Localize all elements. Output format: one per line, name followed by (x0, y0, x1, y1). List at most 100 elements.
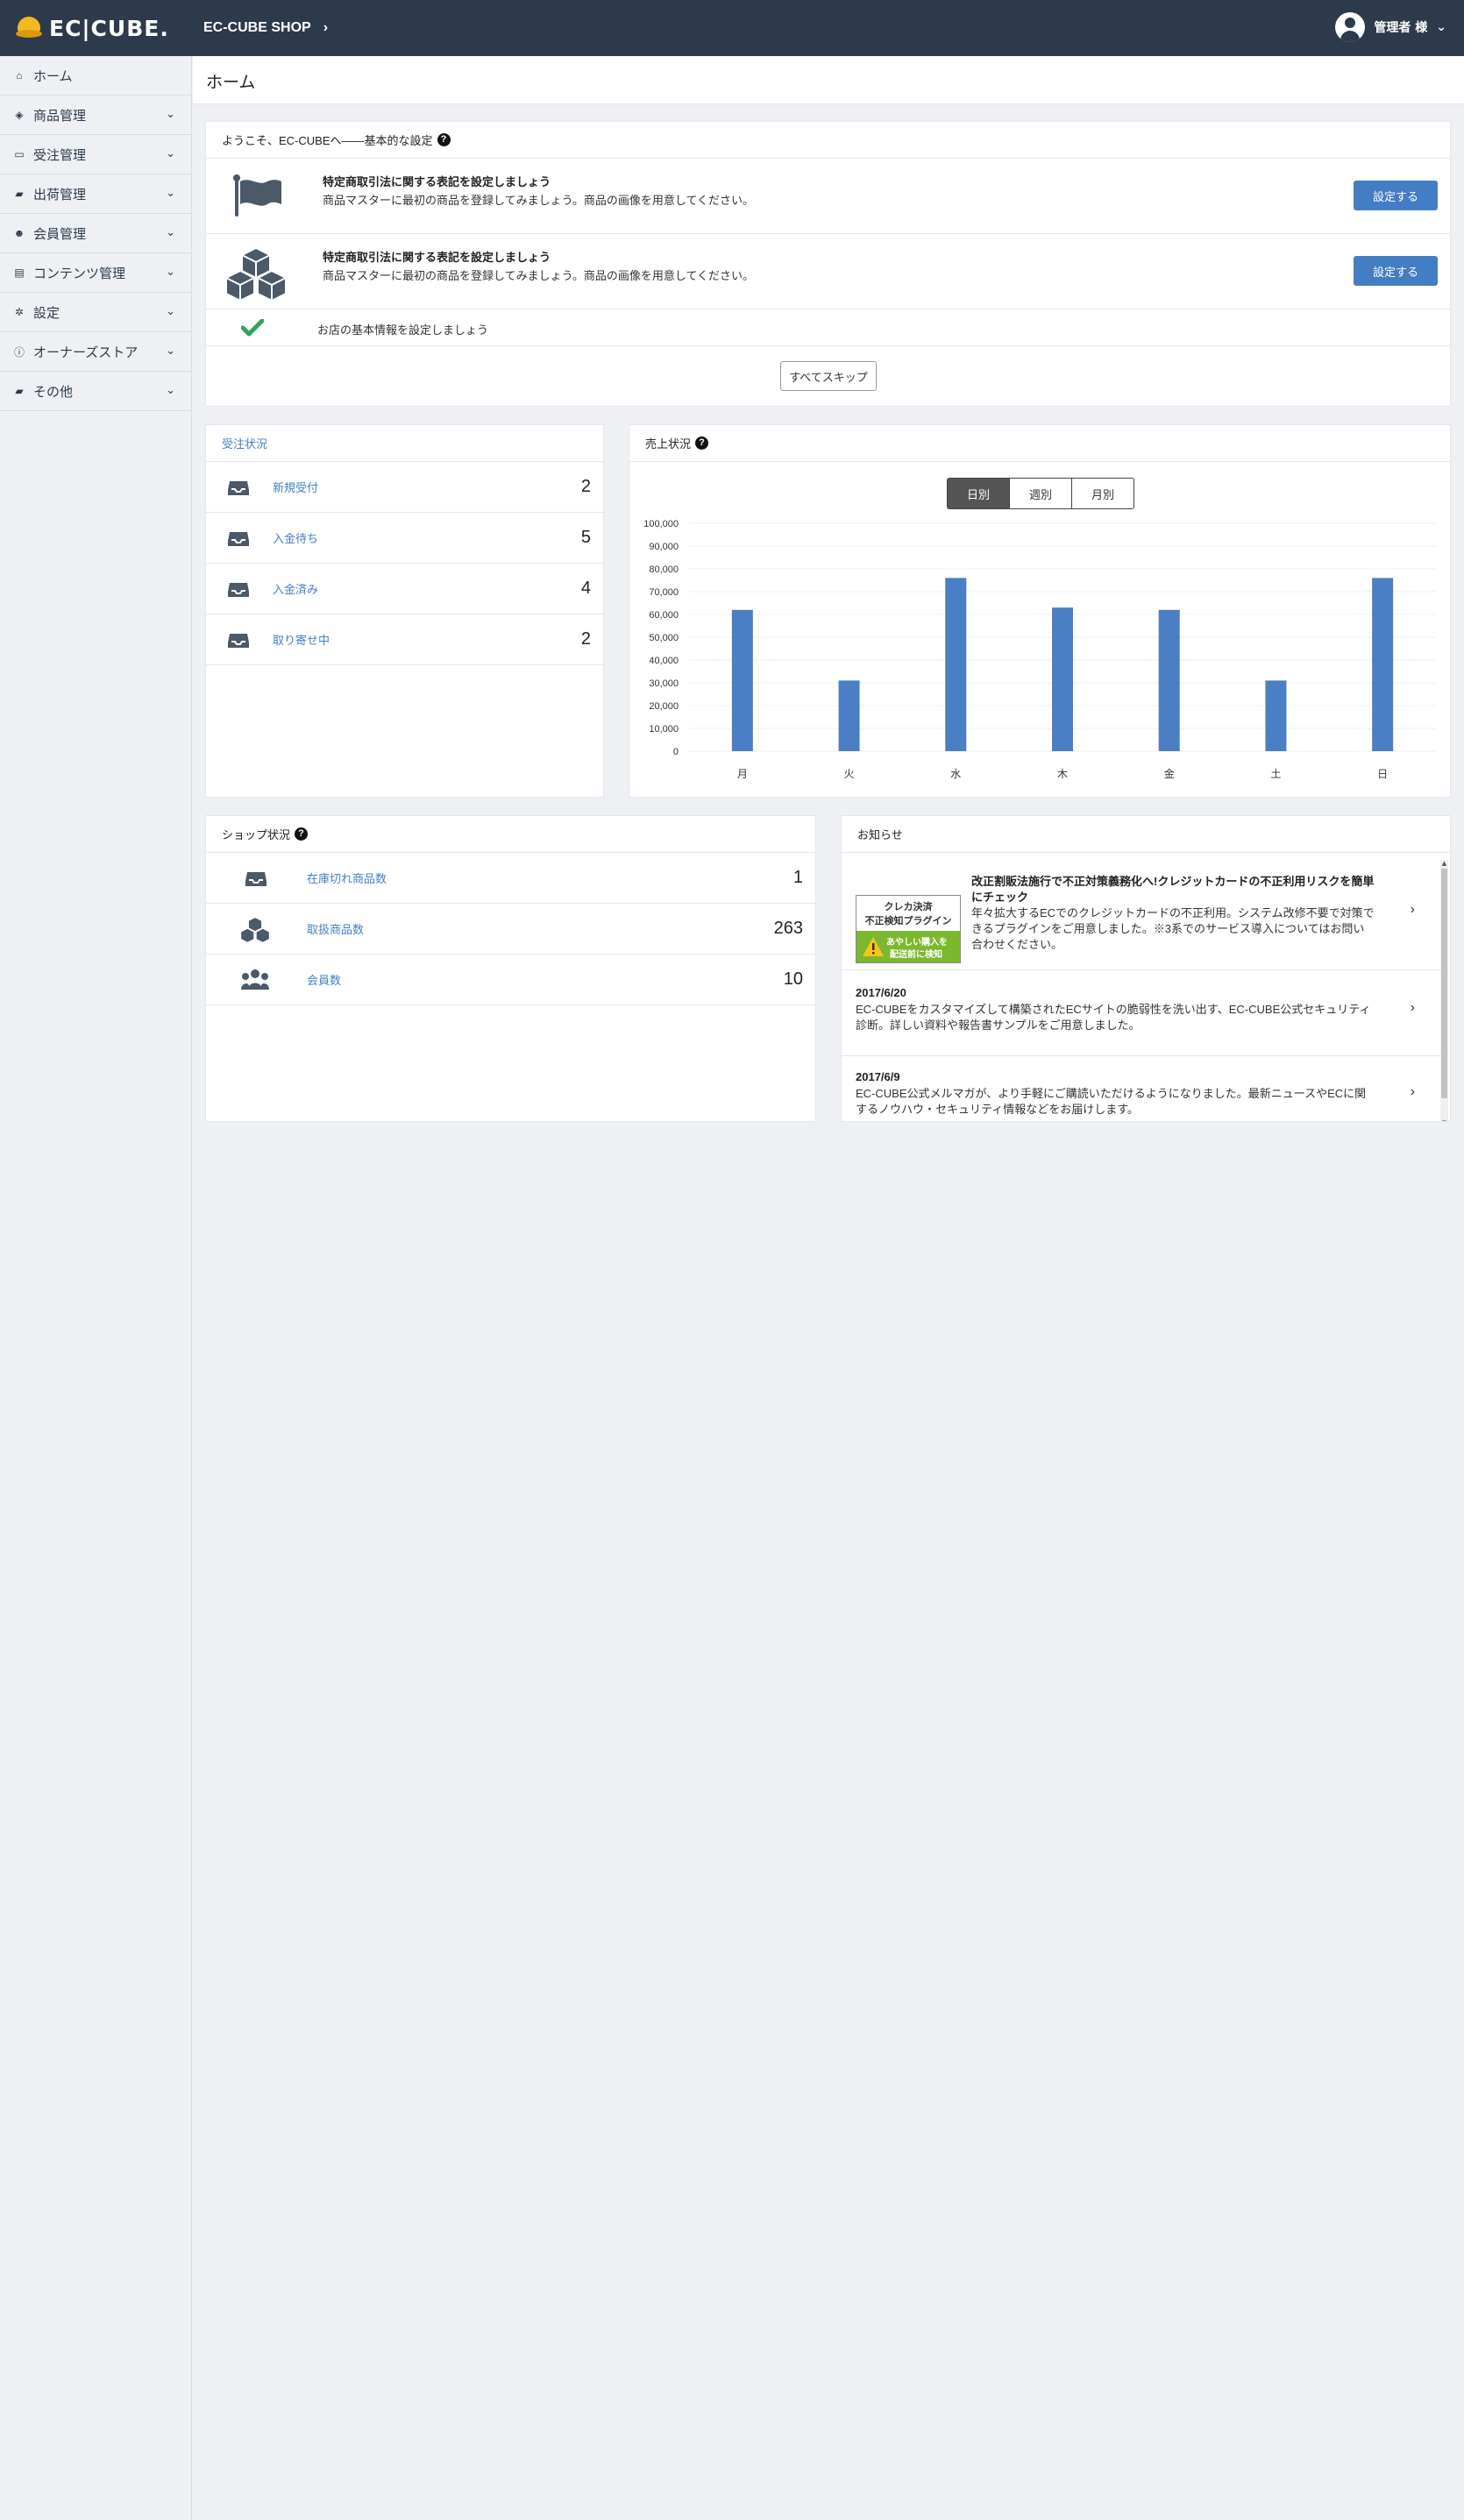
shop-status-row[interactable]: 会員数 10 (206, 955, 815, 1005)
order-status-count: 5 (580, 528, 591, 547)
skip-all-button[interactable]: すべてスキップ (780, 361, 877, 391)
y-tick-label: 10,000 (649, 724, 679, 735)
news-item-title: 改正割販法施行で不正対策義務化へ!クレジットカードの不正利用リスクを簡単にチェッ… (971, 875, 1375, 904)
news-item-body: EC-CUBEをカスタマイズして構築されたECサイトの脆弱性を洗い出す、EC-C… (856, 1003, 1371, 1032)
chevron-down-icon: ⌄ (1436, 20, 1446, 34)
inbox-icon (228, 532, 249, 546)
chart-bar[interactable] (838, 680, 860, 751)
news-card: お知らせ クレカ決済 不正検知プラグイン あやしい購入を 配送前に検知 改正割販… (841, 815, 1451, 1122)
scrollbar-thumb[interactable] (1441, 869, 1447, 1098)
x-tick-label: 月 (737, 768, 748, 780)
y-tick-label: 40,000 (649, 656, 679, 666)
cubes-icon (239, 916, 271, 942)
y-tick-label: 0 (673, 747, 679, 757)
order-status-row[interactable]: 新規受付 2 (206, 462, 603, 513)
x-tick-label: 水 (950, 768, 961, 780)
file-icon: ▤ (14, 266, 25, 279)
order-status-row[interactable]: 取り寄せ中 2 (206, 614, 603, 665)
inbox-icon (228, 583, 249, 597)
order-status-row[interactable]: 入金済み 4 (206, 564, 603, 614)
order-status-label[interactable]: 取り寄せ中 (273, 631, 330, 648)
sidebar-item-label: オーナーズストア (33, 344, 139, 360)
shop-status-row[interactable]: 取扱商品数 263 (206, 904, 815, 955)
shop-status-row[interactable]: 在庫切れ商品数 1 (206, 853, 815, 904)
chevron-down-icon: ⌄ (166, 304, 175, 317)
help-icon[interactable]: ? (437, 133, 451, 146)
shop-status-label[interactable]: 取扱商品数 (307, 920, 364, 937)
news-header: お知らせ (842, 816, 1450, 853)
order-status-label[interactable]: 新規受付 (273, 479, 318, 495)
sidebar-item-orders[interactable]: ▭ 受注管理 ⌄ (0, 135, 191, 174)
news-item-date: 2017/6/9 (856, 1070, 900, 1083)
users-icon (241, 969, 269, 990)
inbox-icon (228, 634, 249, 648)
tab-weekly[interactable]: 週別 (1009, 478, 1072, 509)
x-tick-label: 土 (1270, 768, 1281, 780)
sidebar-item-others[interactable]: ▰ その他 ⌄ (0, 372, 191, 411)
chart-bar[interactable] (1052, 607, 1073, 751)
sidebar-item-products[interactable]: ◈ 商品管理 ⌄ (0, 96, 191, 135)
chart-bar[interactable] (731, 609, 753, 751)
tab-monthly[interactable]: 月別 (1071, 478, 1134, 509)
cubes-icon (225, 246, 287, 299)
chevron-down-icon: ⌄ (166, 146, 175, 160)
scroll-up-icon[interactable]: ▲ (1440, 860, 1448, 867)
user-menu[interactable]: 管理者 様 ⌄ (1335, 12, 1446, 42)
top-navbar: EC|CUBE. EC-CUBE SHOP › 管理者 様 ⌄ (0, 0, 1464, 56)
banner-line: 配送前に検知 (890, 950, 942, 960)
chart-bar[interactable] (1265, 680, 1287, 751)
shop-status-label[interactable]: 在庫切れ商品数 (307, 870, 387, 886)
cube-icon: ◈ (15, 109, 24, 121)
tab-daily[interactable]: 日別 (947, 478, 1010, 509)
news-scrollbar[interactable]: ▲ ▼ (1440, 860, 1448, 1121)
order-status-count: 2 (580, 629, 591, 649)
shop-link[interactable]: EC-CUBE SHOP › (203, 20, 328, 36)
welcome-done-label: お店の基本情報を設定しましょう (317, 323, 489, 337)
sidebar-item-settings[interactable]: ✲ 設定 ⌄ (0, 293, 191, 332)
logo-text: EC|CUBE. (49, 15, 169, 41)
user-name: 管理者 様 (1374, 21, 1428, 35)
page-title: ホーム (206, 74, 256, 92)
shop-status-label[interactable]: 会員数 (307, 971, 341, 988)
welcome-done-row: お店の基本情報を設定しましょう (206, 309, 1450, 346)
order-status-label[interactable]: 入金待ち (273, 529, 318, 546)
welcome-card: ようこそ、EC-CUBEへ――基本的な設定 ? 特定商取引法に関する表記を設定し… (205, 121, 1451, 407)
news-item[interactable]: 2017/6/9 EC-CUBE公式メルマガが、より手軽にご購読いただけるように… (842, 1056, 1446, 1121)
y-tick-label: 100,000 (643, 519, 679, 529)
sidebar-item-contents[interactable]: ▤ コンテンツ管理 ⌄ (0, 253, 191, 293)
sidebar-item-home[interactable]: ⌂ ホーム (0, 56, 191, 96)
shop-status-header: ショップ状況 ? (206, 816, 815, 853)
inbox-icon (245, 872, 267, 886)
checkmark-icon (241, 319, 264, 337)
chevron-down-icon: ⌄ (166, 344, 175, 357)
sidebar-item-owners-store[interactable]: ⓘ オーナーズストア ⌄ (0, 332, 191, 372)
order-status-row[interactable]: 入金待ち 5 (206, 513, 603, 564)
chart-bar[interactable] (1158, 609, 1180, 751)
truck-icon: ▰ (15, 188, 24, 200)
news-item[interactable]: 2017/6/20 EC-CUBEをカスタマイズして構築されたECサイトの脆弱性… (842, 970, 1446, 1056)
welcome-row-desc: 商品マスターに最初の商品を登録してみましょう。商品の画像を用意してください。 (323, 194, 755, 207)
shop-status-card: ショップ状況 ? 在庫切れ商品数 1 取扱商品数 263 会員数 10 (205, 815, 816, 1122)
chart-bar[interactable] (945, 578, 967, 751)
page-header: ホーム (193, 56, 1464, 104)
help-icon[interactable]: ? (695, 437, 709, 450)
news-item-date: 2017/6/20 (856, 986, 906, 999)
info-icon: ⓘ (13, 345, 25, 358)
sidebar-item-customers[interactable]: ☻ 会員管理 ⌄ (0, 214, 191, 253)
y-tick-label: 20,000 (649, 701, 679, 712)
truck-icon: ▰ (15, 385, 24, 397)
chevron-down-icon: ⌄ (166, 265, 175, 278)
help-icon[interactable]: ? (295, 827, 309, 841)
logo[interactable]: EC|CUBE. (16, 16, 195, 41)
order-status-label[interactable]: 入金済み (273, 580, 318, 597)
order-status-title: 受注状況 (206, 425, 603, 462)
news-item[interactable]: クレカ決済 不正検知プラグイン あやしい購入を 配送前に検知 改正割販法施行で不… (842, 860, 1446, 970)
order-status-count: 2 (580, 477, 591, 496)
sidebar-item-shipping[interactable]: ▰ 出荷管理 ⌄ (0, 174, 191, 214)
setup-button[interactable]: 設定する (1354, 181, 1438, 210)
sales-status-card: 売上状況 ? 日別 週別 月別 100,000 90,000 80,000 70,00… (629, 424, 1451, 798)
scroll-down-icon[interactable]: ▼ (1440, 1119, 1448, 1121)
chart-bar[interactable] (1372, 578, 1394, 751)
setup-button[interactable]: 設定する (1354, 256, 1438, 286)
shop-status-count: 1 (792, 868, 803, 887)
